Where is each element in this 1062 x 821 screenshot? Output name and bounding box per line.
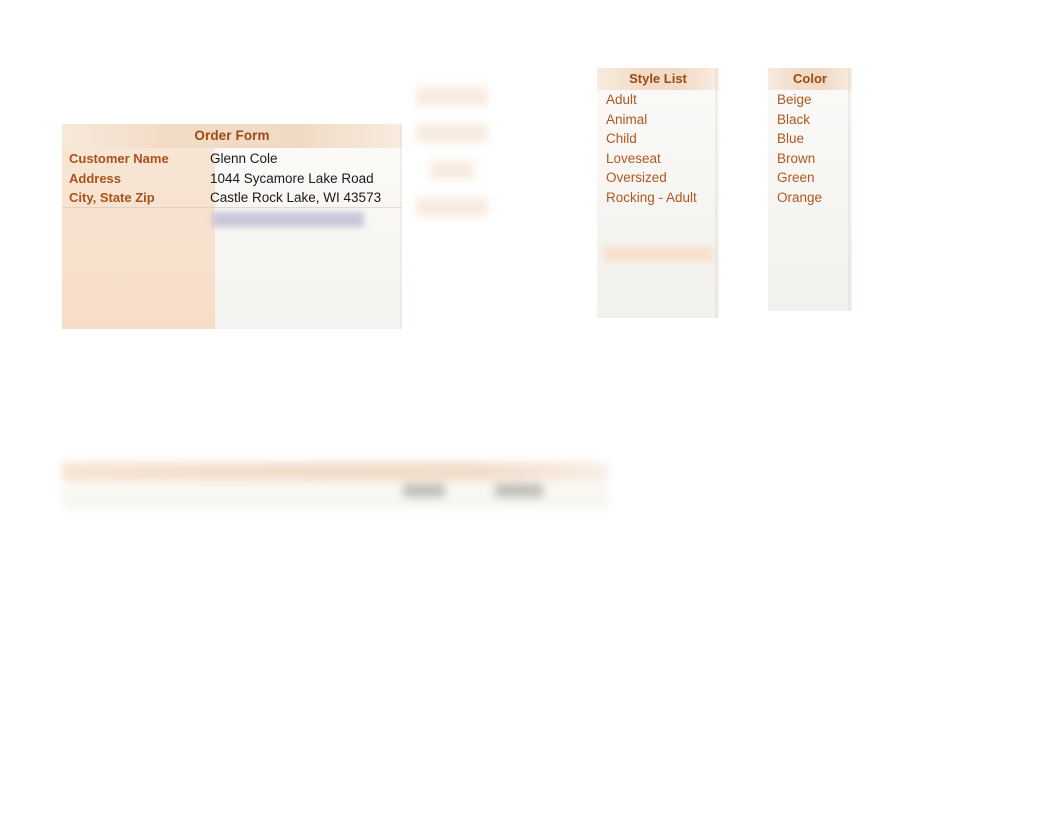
style-list-title: Style List xyxy=(629,71,687,86)
blurred-label-group[interactable] xyxy=(404,78,502,228)
order-form-row[interactable]: Address 1044 Sycamore Lake Road xyxy=(62,169,402,189)
order-form-panel[interactable]: Order Form Customer Name Glenn Cole Addr… xyxy=(62,124,402,329)
color-list-item[interactable]: Green xyxy=(777,168,815,188)
color-list-item[interactable]: Blue xyxy=(777,129,804,149)
blurred-label-box[interactable] xyxy=(416,86,488,105)
blurred-label-box[interactable] xyxy=(416,123,488,142)
bottom-bar-header xyxy=(62,462,608,481)
color-list-item[interactable]: Orange xyxy=(777,188,822,208)
style-list-item[interactable]: Animal xyxy=(606,110,647,130)
color-list-item[interactable]: Black xyxy=(777,110,810,130)
city-state-zip-label: City, State Zip xyxy=(69,190,155,205)
order-form-row[interactable]: Customer Name Glenn Cole xyxy=(62,149,402,169)
customer-name-label: Customer Name xyxy=(69,151,169,166)
order-form-right-edge xyxy=(400,124,402,329)
style-list-item[interactable]: Loveseat xyxy=(606,149,661,169)
color-list-item[interactable]: Brown xyxy=(777,149,815,169)
color-list-right-edge xyxy=(848,68,852,311)
style-list-item[interactable]: Child xyxy=(606,129,637,149)
color-list-title: Color xyxy=(793,71,827,86)
order-form-selected-cell[interactable] xyxy=(212,212,364,227)
style-list-right-edge xyxy=(715,68,719,318)
bottom-summary-bar[interactable] xyxy=(58,458,610,512)
order-form-title: Order Form xyxy=(194,128,270,143)
style-list-item[interactable]: Oversized xyxy=(606,168,667,188)
order-form-body: Order Form Customer Name Glenn Cole Addr… xyxy=(62,124,402,329)
address-value[interactable]: 1044 Sycamore Lake Road xyxy=(210,169,374,189)
color-list-panel[interactable]: Color Beige Black Blue Brown Green Orang… xyxy=(768,68,852,311)
blurred-label-box[interactable] xyxy=(416,197,488,216)
order-form-row[interactable]: City, State Zip Castle Rock Lake, WI 435… xyxy=(62,188,402,208)
bottom-bar-value-left[interactable] xyxy=(403,484,445,497)
style-list-highlighted-row[interactable] xyxy=(603,246,713,262)
style-list-item[interactable]: Rocking - Adult xyxy=(606,188,697,208)
style-list-item[interactable]: Adult xyxy=(606,90,637,110)
customer-name-value[interactable]: Glenn Cole xyxy=(210,149,278,169)
color-list-item[interactable]: Beige xyxy=(777,90,812,110)
city-state-zip-value[interactable]: Castle Rock Lake, WI 43573 xyxy=(210,188,381,208)
order-form-separator xyxy=(62,207,402,208)
blurred-label-box[interactable] xyxy=(430,160,474,179)
style-list-panel[interactable]: Style List Adult Animal Child Loveseat O… xyxy=(597,68,719,318)
address-label: Address xyxy=(69,170,122,186)
bottom-bar-value-right[interactable] xyxy=(495,484,543,497)
